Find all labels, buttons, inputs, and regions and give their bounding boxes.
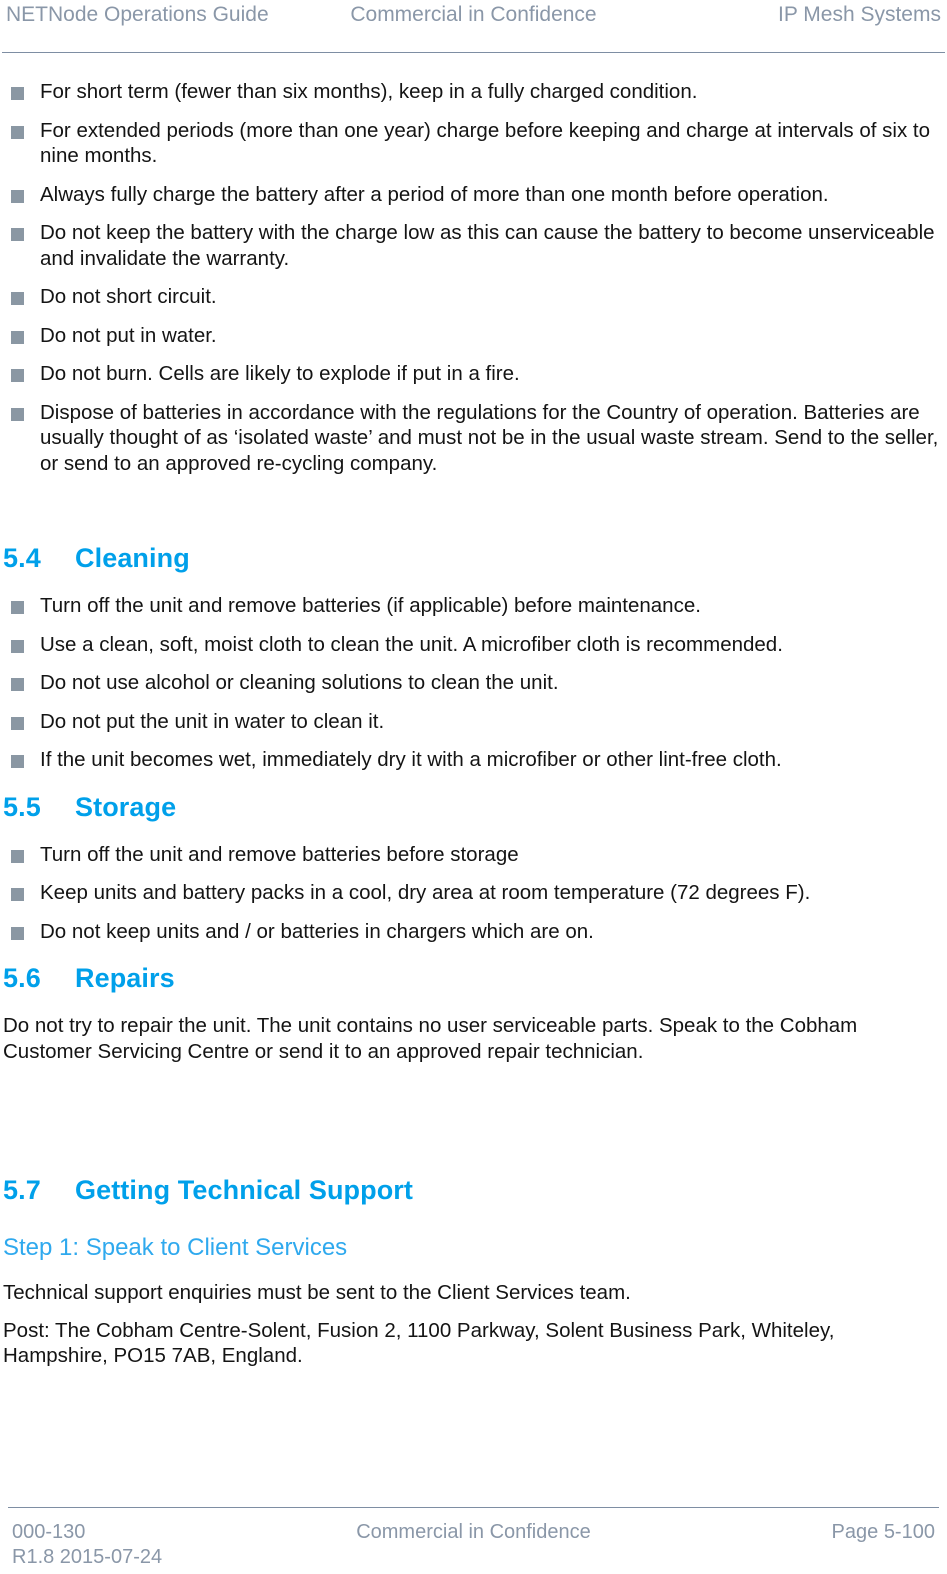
page-content: For short term (fewer than six months), … bbox=[0, 53, 947, 1369]
footer-divider-rule bbox=[8, 1507, 939, 1508]
square-bullet-icon bbox=[11, 926, 24, 940]
content-top-spacer bbox=[3, 53, 941, 79]
list-item-text: Do not put in water. bbox=[40, 323, 217, 347]
spacer-after-storage-heading bbox=[3, 824, 941, 842]
list-item: Do not use alcohol or cleaning solutions… bbox=[3, 670, 941, 696]
spacer-after-cleaning-heading bbox=[3, 575, 941, 593]
list-item: Do not put in water. bbox=[3, 323, 941, 349]
square-bullet-icon bbox=[11, 601, 24, 614]
section-number: 5.4 bbox=[3, 543, 41, 573]
list-item-text: Do not short circuit. bbox=[40, 285, 217, 308]
list-item: Keep units and battery packs in a cool, … bbox=[3, 880, 941, 906]
list-item-text: Do not use alcohol or cleaning solutions… bbox=[40, 671, 559, 694]
section-number: 5.7 bbox=[3, 1175, 41, 1205]
list-item-text: Do not put the unit in water to clean it… bbox=[40, 709, 385, 733]
section-heading-repairs: 5.6 Repairs bbox=[3, 962, 941, 995]
square-bullet-icon bbox=[11, 87, 24, 100]
list-item: Do not put the unit in water to clean it… bbox=[3, 709, 941, 735]
square-bullet-icon bbox=[11, 849, 24, 863]
section-title: Cleaning bbox=[75, 543, 190, 573]
subheading-step-1: Step 1: Speak to Client Services bbox=[3, 1234, 348, 1261]
list-item-text: Do not burn. Cells are likely to explode… bbox=[40, 362, 520, 385]
footer-document-number: 000-130 R1.8 2015-07-24 bbox=[12, 1521, 163, 1568]
list-item: Turn off the unit and remove batteries (… bbox=[3, 593, 941, 619]
list-item-text: For short term (fewer than six months), … bbox=[40, 80, 698, 103]
list-item-text: Do not keep units and / or batteries in … bbox=[40, 919, 594, 943]
spacer-before-storage bbox=[3, 773, 941, 791]
page-header: NETNode Operations Guide Commercial in C… bbox=[0, 0, 947, 52]
support-paragraph-1: Technical support enquiries must be sent… bbox=[3, 1281, 631, 1304]
header-center-classification: Commercial in Confidence bbox=[350, 3, 597, 26]
section-number: 5.6 bbox=[3, 963, 41, 993]
list-item: Turn off the unit and remove batteries b… bbox=[3, 842, 941, 868]
list-item: Do not keep the battery with the charge … bbox=[3, 220, 941, 271]
cleaning-bullet-list: Turn off the unit and remove batteries (… bbox=[3, 593, 941, 773]
spacer-before-cleaning bbox=[3, 476, 941, 542]
list-item-text: Turn off the unit and remove batteries b… bbox=[40, 842, 519, 866]
list-item: Dispose of batteries in accordance with … bbox=[3, 400, 941, 477]
section-heading-storage: 5.5 Storage bbox=[3, 791, 941, 824]
square-bullet-icon bbox=[11, 888, 24, 901]
section-heading-technical-support: 5.7 Getting Technical Support bbox=[3, 1174, 941, 1207]
storage-bullet-list: Turn off the unit and remove batteries b… bbox=[3, 842, 941, 945]
square-bullet-icon bbox=[11, 228, 24, 241]
square-bullet-icon bbox=[11, 639, 24, 653]
square-bullet-icon bbox=[11, 189, 24, 203]
list-item: If the unit becomes wet, immediately dry… bbox=[3, 747, 941, 773]
section-number: 5.5 bbox=[3, 791, 41, 822]
list-item: Always fully charge the battery after a … bbox=[3, 182, 941, 208]
list-item: Use a clean, soft, moist cloth to clean … bbox=[3, 632, 941, 658]
header-right-product: IP Mesh Systems bbox=[777, 3, 941, 26]
section-heading-cleaning: 5.4 Cleaning bbox=[3, 542, 941, 575]
list-item: Do not short circuit. bbox=[3, 284, 941, 310]
list-item-text: Do not keep the battery with the charge … bbox=[40, 221, 935, 270]
square-bullet-icon bbox=[11, 716, 24, 730]
list-item: Do not keep units and / or batteries in … bbox=[3, 919, 941, 945]
list-item-text: Turn off the unit and remove batteries (… bbox=[40, 594, 701, 617]
list-item-text: Always fully charge the battery after a … bbox=[40, 182, 829, 206]
spacer-after-support-heading bbox=[3, 1207, 941, 1233]
footer-classification: Commercial in Confidence bbox=[356, 1521, 591, 1543]
section-title: Getting Technical Support bbox=[75, 1175, 414, 1205]
spacer-before-repairs bbox=[3, 944, 941, 962]
square-bullet-icon bbox=[11, 678, 24, 691]
document-page: NETNode Operations Guide Commercial in C… bbox=[0, 0, 947, 1574]
list-item: For extended periods (more than one year… bbox=[3, 118, 941, 169]
list-item-text: Keep units and battery packs in a cool, … bbox=[40, 881, 811, 904]
spacer-after-step-heading bbox=[3, 1262, 941, 1280]
footer-row: 000-130 R1.8 2015-07-24 Commercial in Co… bbox=[6, 1520, 941, 1574]
list-item-text: Dispose of batteries in accordance with … bbox=[40, 400, 939, 475]
spacer-between-support-paragraphs bbox=[3, 1306, 941, 1318]
spacer-after-repairs-heading bbox=[3, 995, 941, 1013]
square-bullet-icon bbox=[11, 330, 24, 344]
section-title: Repairs bbox=[75, 963, 175, 993]
battery-care-bullet-list: For short term (fewer than six months), … bbox=[3, 79, 941, 476]
square-bullet-icon bbox=[11, 407, 24, 421]
page-footer: 000-130 R1.8 2015-07-24 Commercial in Co… bbox=[0, 1507, 947, 1574]
list-item-text: Use a clean, soft, moist cloth to clean … bbox=[40, 632, 783, 656]
list-item-text: If the unit becomes wet, immediately dry… bbox=[40, 748, 782, 771]
section-title: Storage bbox=[75, 791, 177, 822]
square-bullet-icon bbox=[11, 369, 24, 382]
footer-page-number: Page 5-100 bbox=[831, 1521, 935, 1543]
list-item: Do not burn. Cells are likely to explode… bbox=[3, 361, 941, 387]
list-item-text: For extended periods (more than one year… bbox=[40, 118, 930, 168]
square-bullet-icon bbox=[11, 125, 24, 139]
square-bullet-icon bbox=[11, 292, 24, 305]
header-left-title: NETNode Operations Guide bbox=[6, 3, 269, 26]
support-paragraph-2: Post: The Cobham Centre-Solent, Fusion 2… bbox=[3, 1318, 835, 1368]
repairs-paragraph: Do not try to repair the unit. The unit … bbox=[3, 1014, 858, 1063]
list-item: For short term (fewer than six months), … bbox=[3, 79, 941, 105]
square-bullet-icon bbox=[11, 755, 24, 768]
spacer-before-support bbox=[3, 1064, 941, 1174]
